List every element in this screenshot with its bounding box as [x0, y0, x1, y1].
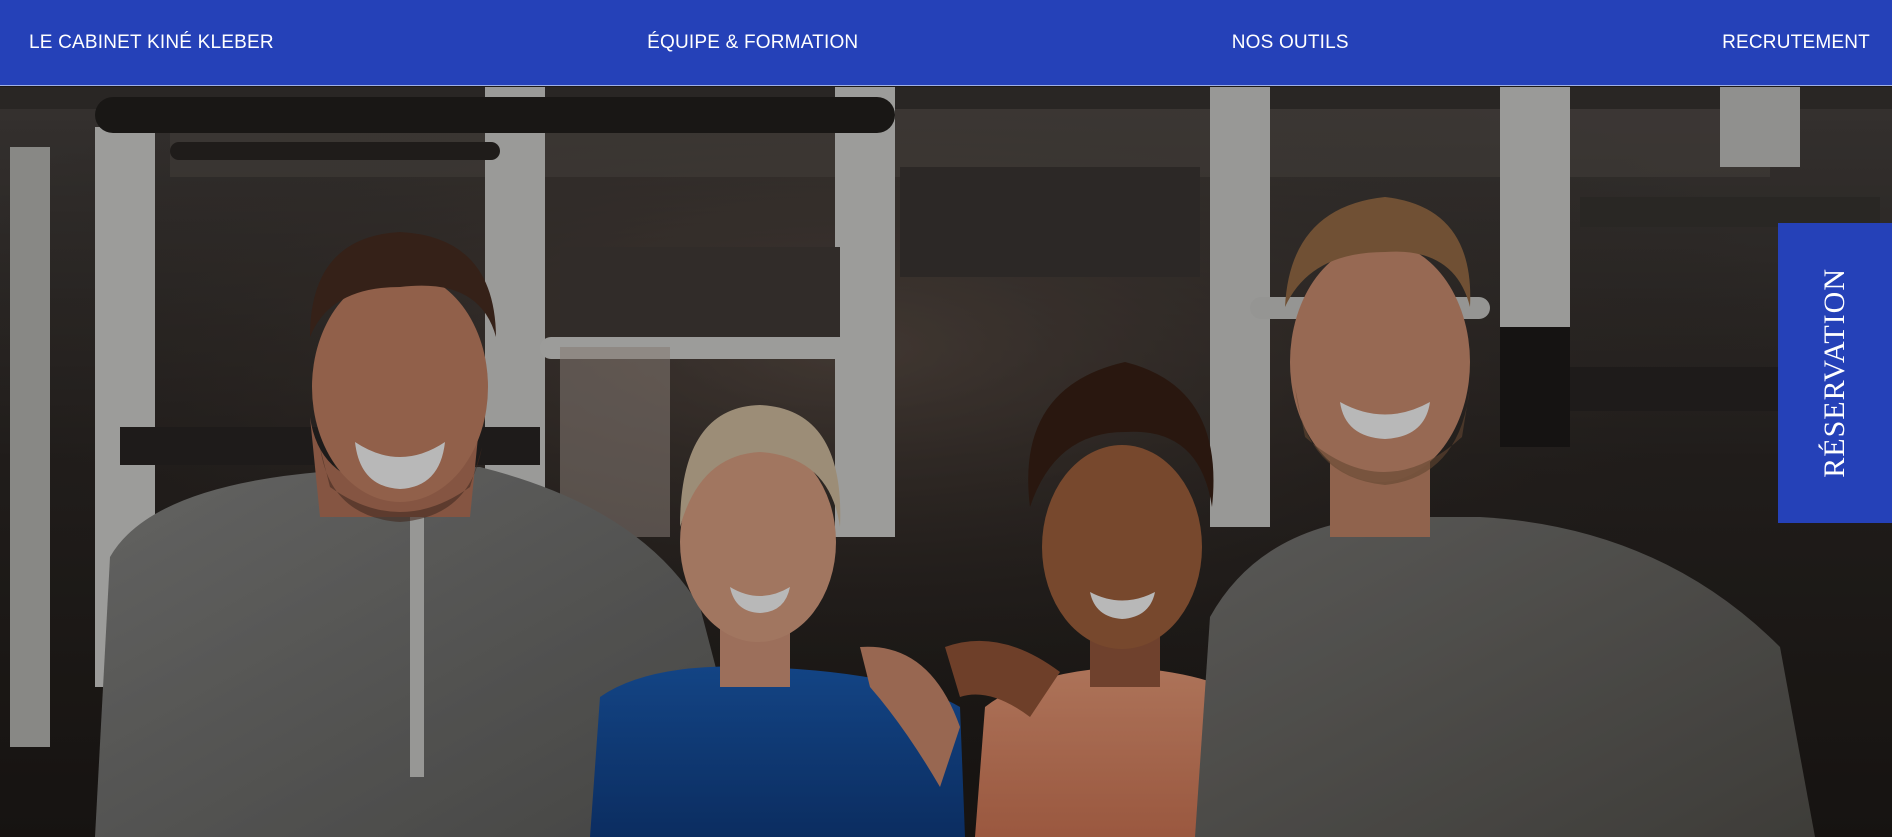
nav-link-nos-outils[interactable]: NOS OUTILS — [1232, 32, 1349, 54]
main-navigation: LE CABINET KINÉ KLEBER ÉQUIPE & FORMATIO… — [0, 0, 1892, 86]
reservation-label: RÉSERVATION — [1818, 268, 1851, 478]
page: LE CABINET KINÉ KLEBER ÉQUIPE & FORMATIO… — [0, 0, 1892, 837]
hero-photo — [0, 87, 1892, 837]
nav-link-recrutement[interactable]: RECRUTEMENT — [1722, 32, 1870, 54]
nav-link-equipe-formation[interactable]: ÉQUIPE & FORMATION — [647, 32, 858, 54]
hero-banner — [0, 87, 1892, 837]
nav-link-cabinet[interactable]: LE CABINET KINÉ KLEBER — [29, 32, 274, 54]
reservation-button[interactable]: RÉSERVATION — [1778, 223, 1892, 523]
